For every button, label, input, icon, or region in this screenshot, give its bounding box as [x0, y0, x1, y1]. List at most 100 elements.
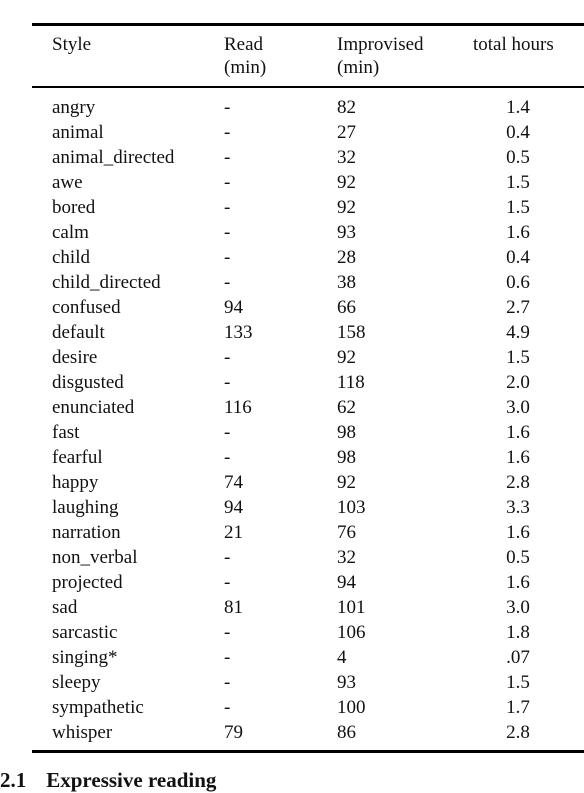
cell-total-hours: 2.8: [506, 722, 530, 743]
cell-improvised: 103: [337, 497, 366, 518]
cell-style: happy: [52, 472, 99, 493]
cell-read: -: [224, 647, 231, 668]
cell-improvised: 92: [337, 347, 356, 368]
table-top-rule: [32, 23, 584, 26]
table-row: non_verbal - 32 0.5: [0, 545, 584, 570]
cell-improvised: 76: [337, 522, 356, 543]
cell-total-hours: 1.5: [506, 672, 530, 693]
cell-style: default: [52, 322, 105, 343]
cell-improvised: 62: [337, 397, 356, 418]
cell-read: -: [224, 372, 231, 393]
table-row: desire - 92 1.5: [0, 345, 584, 370]
header-improvised-unit: (min): [337, 57, 380, 78]
cell-improvised: 93: [337, 672, 356, 693]
cell-improvised: 86: [337, 722, 356, 743]
table-row: animal_directed - 32 0.5: [0, 145, 584, 170]
table-row: sleepy - 93 1.5: [0, 670, 584, 695]
cell-style: animal_directed: [52, 147, 175, 168]
header-style-label: Style: [52, 34, 92, 55]
cell-read: -: [224, 622, 231, 643]
cell-improvised: 98: [337, 422, 356, 443]
cell-read: -: [224, 222, 231, 243]
table-row: projected - 94 1.6: [0, 570, 584, 595]
table-row: narration 21 76 1.6: [0, 520, 584, 545]
header-improvised: Improvised (min): [337, 33, 424, 79]
cell-style: animal: [52, 122, 104, 143]
cell-total-hours: 3.0: [506, 397, 530, 418]
cell-style: sad: [52, 597, 78, 618]
table-row: fast - 98 1.6: [0, 420, 584, 445]
cell-style: sleepy: [52, 672, 101, 693]
cell-improvised: 27: [337, 122, 356, 143]
cell-total-hours: 1.5: [506, 347, 530, 368]
cell-style: calm: [52, 222, 89, 243]
cell-style: desire: [52, 347, 98, 368]
table-row: singing* - 4 .07: [0, 645, 584, 670]
table-row: bored - 92 1.5: [0, 195, 584, 220]
table-bottom-rule: [32, 750, 584, 753]
table-row: fearful - 98 1.6: [0, 445, 584, 470]
cell-improvised: 32: [337, 147, 356, 168]
cell-total-hours: 1.6: [506, 572, 530, 593]
cell-read: -: [224, 347, 231, 368]
cell-total-hours: 2.0: [506, 372, 530, 393]
section-number: 2.1: [0, 768, 27, 792]
cell-total-hours: 0.6: [506, 272, 530, 293]
cell-style: bored: [52, 197, 96, 218]
cell-read: 116: [224, 397, 252, 418]
cell-improvised: 66: [337, 297, 356, 318]
cell-total-hours: 0.4: [506, 247, 530, 268]
header-total-hours: total hours: [473, 33, 554, 56]
cell-improvised: 106: [337, 622, 366, 643]
cell-read: 74: [224, 472, 243, 493]
cell-improvised: 38: [337, 272, 356, 293]
cell-style: non_verbal: [52, 547, 138, 568]
cell-improvised: 92: [337, 172, 356, 193]
cell-style: enunciated: [52, 397, 135, 418]
cell-total-hours: 1.6: [506, 422, 530, 443]
cell-total-hours: 3.0: [506, 597, 530, 618]
cell-style: child_directed: [52, 272, 161, 293]
cell-style: confused: [52, 297, 121, 318]
table-row: animal - 27 0.4: [0, 120, 584, 145]
cell-read: -: [224, 697, 231, 718]
cell-read: 94: [224, 497, 243, 518]
table-row: disgusted - 118 2.0: [0, 370, 584, 395]
table-row: confused 94 66 2.7: [0, 295, 584, 320]
cell-style: child: [52, 247, 90, 268]
cell-total-hours: 1.6: [506, 447, 530, 468]
cell-improvised: 92: [337, 472, 356, 493]
cell-total-hours: 1.5: [506, 172, 530, 193]
cell-style: disgusted: [52, 372, 124, 393]
table-header-rule: [32, 86, 584, 88]
cell-total-hours: 3.3: [506, 497, 530, 518]
cell-style: angry: [52, 97, 96, 118]
cell-style: laughing: [52, 497, 119, 518]
cell-read: 94: [224, 297, 243, 318]
cell-improvised: 118: [337, 372, 365, 393]
table-row: default 133 158 4.9: [0, 320, 584, 345]
cell-read: 81: [224, 597, 243, 618]
cell-read: -: [224, 172, 231, 193]
cell-read: 79: [224, 722, 243, 743]
cell-total-hours: 1.5: [506, 197, 530, 218]
header-improvised-label: Improvised: [337, 34, 424, 55]
cell-style: singing*: [52, 647, 118, 668]
cell-style: sympathetic: [52, 697, 144, 718]
cell-read: -: [224, 197, 231, 218]
table-row: laughing 94 103 3.3: [0, 495, 584, 520]
cell-improvised: 28: [337, 247, 356, 268]
cell-style: projected: [52, 572, 123, 593]
cell-read: -: [224, 147, 231, 168]
cell-total-hours: 0.4: [506, 122, 530, 143]
table-row: angry - 82 1.4: [0, 95, 584, 120]
cell-style: fast: [52, 422, 80, 443]
cell-total-hours: 2.7: [506, 297, 530, 318]
cell-total-hours: 0.5: [506, 147, 530, 168]
cell-total-hours: 1.4: [506, 97, 530, 118]
cell-read: -: [224, 272, 231, 293]
cell-read: 21: [224, 522, 243, 543]
cell-total-hours: 0.5: [506, 547, 530, 568]
cell-style: narration: [52, 522, 121, 543]
cell-read: -: [224, 422, 231, 443]
